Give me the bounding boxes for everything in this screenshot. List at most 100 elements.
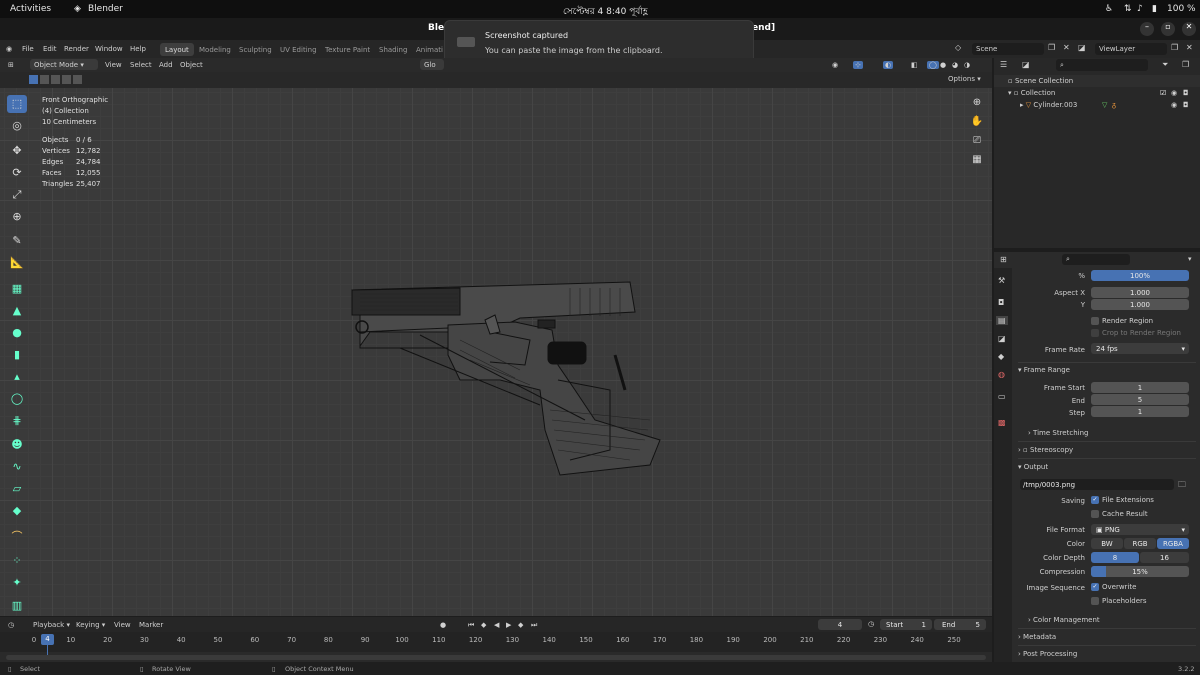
clock[interactable]: সেপ্টেম্বর 4 8:40 পূর্বাহ্ণ — [563, 4, 648, 19]
color-bw-option[interactable]: BW — [1091, 538, 1123, 549]
options-dropdown[interactable]: Options ▾ — [948, 75, 981, 83]
end-frame-field[interactable]: End 5 — [934, 619, 986, 630]
compression-slider[interactable]: 15% — [1091, 566, 1189, 577]
current-frame-field[interactable]: 4 — [818, 619, 862, 630]
menu-playback[interactable]: Playback ▾ — [33, 621, 70, 629]
jump-prev-key-icon[interactable]: ◆ — [481, 621, 486, 629]
camera-view-icon[interactable]: ⎚ — [970, 135, 984, 149]
network-icon[interactable]: ⇅ — [1124, 4, 1132, 14]
select-mode-invert-icon[interactable] — [62, 75, 71, 84]
scene-tab-icon[interactable]: ◆ — [998, 352, 1004, 361]
world-tab-icon[interactable]: ◍ — [998, 370, 1005, 379]
view-layer-field[interactable]: ViewLayer — [1095, 43, 1167, 55]
rotate-tool-icon[interactable]: ⟳ — [7, 164, 27, 182]
scale-tool-icon[interactable]: ⤢ — [7, 186, 27, 204]
menu-file[interactable]: File — [22, 45, 34, 53]
crop-checkbox[interactable] — [1091, 329, 1099, 337]
properties-editor-icon[interactable]: ⊞ — [1000, 255, 1007, 264]
menu-view[interactable]: View — [114, 621, 131, 629]
frame-step-field[interactable]: 1 — [1091, 406, 1189, 417]
volume-icon[interactable]: ♪ — [1137, 4, 1143, 14]
outliner-row-object[interactable]: ▸ ▽ Cylinder.003 ▽ ᵹ ◉ ◘ — [994, 99, 1200, 111]
aspect-x-field[interactable]: 1.000 — [1091, 287, 1189, 298]
solid-shading-icon[interactable]: ● — [940, 61, 946, 69]
new-collection-icon[interactable]: ❐ — [1182, 60, 1189, 69]
pin-icon[interactable]: ▾ — [1188, 255, 1192, 263]
new-view-layer-icon[interactable]: ❐ — [1171, 43, 1178, 52]
menu-edit[interactable]: Edit — [43, 45, 57, 53]
wireframe-shading-icon[interactable]: ◯ — [927, 61, 939, 69]
add-ico-icon[interactable]: ◆ — [7, 502, 27, 520]
color-management-header[interactable]: › Color Management — [1028, 616, 1200, 624]
frame-end-field[interactable]: 5 — [1091, 394, 1189, 405]
perspective-toggle-icon[interactable]: ▦ — [970, 154, 984, 168]
output-header[interactable]: ▾ Output — [1018, 463, 1196, 471]
file-format-dropdown[interactable]: ▣ PNG ▾ — [1091, 524, 1189, 535]
folder-icon[interactable]: 🗀 — [1178, 479, 1186, 493]
menu-keying[interactable]: Keying ▾ — [76, 621, 105, 629]
add-cone-icon[interactable]: ▲ — [7, 302, 27, 320]
add-grid-icon[interactable]: ⋕ — [7, 412, 27, 430]
gizmo-icon[interactable]: ⊹ — [853, 61, 863, 69]
overlay-icon[interactable]: ◐ — [883, 61, 894, 69]
object-mode-dropdown[interactable]: Object Mode ▾ — [30, 59, 98, 70]
remove-view-layer-icon[interactable]: ✕ — [1186, 43, 1193, 52]
jump-start-icon[interactable]: ⏮ — [468, 621, 474, 630]
menu-window[interactable]: Window — [95, 45, 123, 53]
tab-sculpting[interactable]: Sculpting — [234, 43, 277, 56]
visibility-icon[interactable]: ◉ — [832, 61, 838, 69]
overwrite-checkbox[interactable]: ✓ — [1091, 583, 1099, 591]
visibility-eye-icon[interactable]: ◉ — [1171, 101, 1177, 109]
xray-icon[interactable]: ◧ — [911, 61, 918, 69]
select-mode-extend-icon[interactable] — [40, 75, 49, 84]
select-mode-intersect-icon[interactable] — [73, 75, 82, 84]
record-icon[interactable]: ● — [440, 621, 446, 629]
zoom-icon[interactable]: ⊕ — [970, 97, 984, 111]
color-rgba-option[interactable]: RGBA — [1157, 538, 1189, 549]
color-rgb-option[interactable]: RGB — [1124, 538, 1156, 549]
metadata-header[interactable]: › Metadata — [1018, 633, 1196, 641]
view-layer-icon[interactable]: ◪ — [1078, 43, 1086, 52]
material-shading-icon[interactable]: ◕ — [952, 61, 958, 69]
filter-icon[interactable]: ⏷ — [1162, 60, 1168, 70]
rendered-shading-icon[interactable]: ◑ — [964, 61, 970, 69]
select-mode-new-icon[interactable] — [29, 75, 38, 84]
add-light-icon[interactable]: ✦ — [7, 574, 27, 592]
jump-next-key-icon[interactable]: ◆ — [518, 621, 523, 629]
menu-object[interactable]: Object — [180, 61, 203, 69]
menu-help[interactable]: Help — [130, 45, 146, 53]
color-depth-8-option[interactable]: 8 — [1091, 552, 1139, 563]
cursor-tool-icon[interactable]: ◎ — [7, 117, 27, 135]
menu-select[interactable]: Select — [130, 61, 152, 69]
battery-icon[interactable]: ▮ — [1152, 4, 1157, 14]
placeholders-checkbox[interactable] — [1091, 597, 1099, 605]
frame-rate-dropdown[interactable]: 24 fps ▾ — [1091, 343, 1189, 354]
outliner-row-scene-collection[interactable]: ▫ Scene Collection — [994, 75, 1200, 87]
timeline-scrollbar[interactable] — [6, 655, 986, 660]
cache-result-checkbox[interactable] — [1091, 510, 1099, 518]
expand-arrow-icon[interactable]: ▸ — [1020, 101, 1024, 109]
resolution-percent-field[interactable]: 100% — [1091, 270, 1189, 281]
transform-tool-icon[interactable]: ⊕ — [7, 208, 27, 226]
add-arc-icon[interactable]: ⌒ — [7, 528, 27, 546]
tab-layout[interactable]: Layout — [160, 43, 194, 56]
add-plane-icon[interactable]: ▱ — [7, 480, 27, 498]
properties-search-input[interactable]: ⌕ — [1062, 254, 1130, 265]
close-icon[interactable]: ✕ — [1182, 22, 1196, 36]
editor-type-icon[interactable]: ⊞ — [8, 61, 14, 69]
pistol-wireframe-model[interactable] — [340, 270, 670, 480]
annotate-tool-icon[interactable]: ✎ — [7, 232, 27, 250]
new-scene-icon[interactable]: ❐ — [1048, 43, 1055, 52]
scene-icon[interactable]: ◇ — [955, 43, 961, 52]
add-point-icon[interactable]: ⁘ — [7, 552, 27, 570]
output-tab-icon[interactable]: ▤ — [996, 316, 1008, 325]
display-mode-icon[interactable]: ◪ — [1022, 60, 1030, 69]
move-tool-icon[interactable]: ✥ — [7, 142, 27, 160]
preview-range-icon[interactable]: ◷ — [868, 620, 874, 628]
blender-logo-icon[interactable]: ◉ — [6, 45, 12, 53]
visibility-eye-icon[interactable]: ◉ — [1171, 89, 1177, 97]
view-layer-tab-icon[interactable]: ◪ — [998, 334, 1006, 343]
tool-tab-icon[interactable]: ⚒ — [998, 276, 1005, 285]
playhead[interactable]: 4 — [41, 634, 54, 645]
activities-button[interactable]: Activities — [10, 4, 51, 14]
